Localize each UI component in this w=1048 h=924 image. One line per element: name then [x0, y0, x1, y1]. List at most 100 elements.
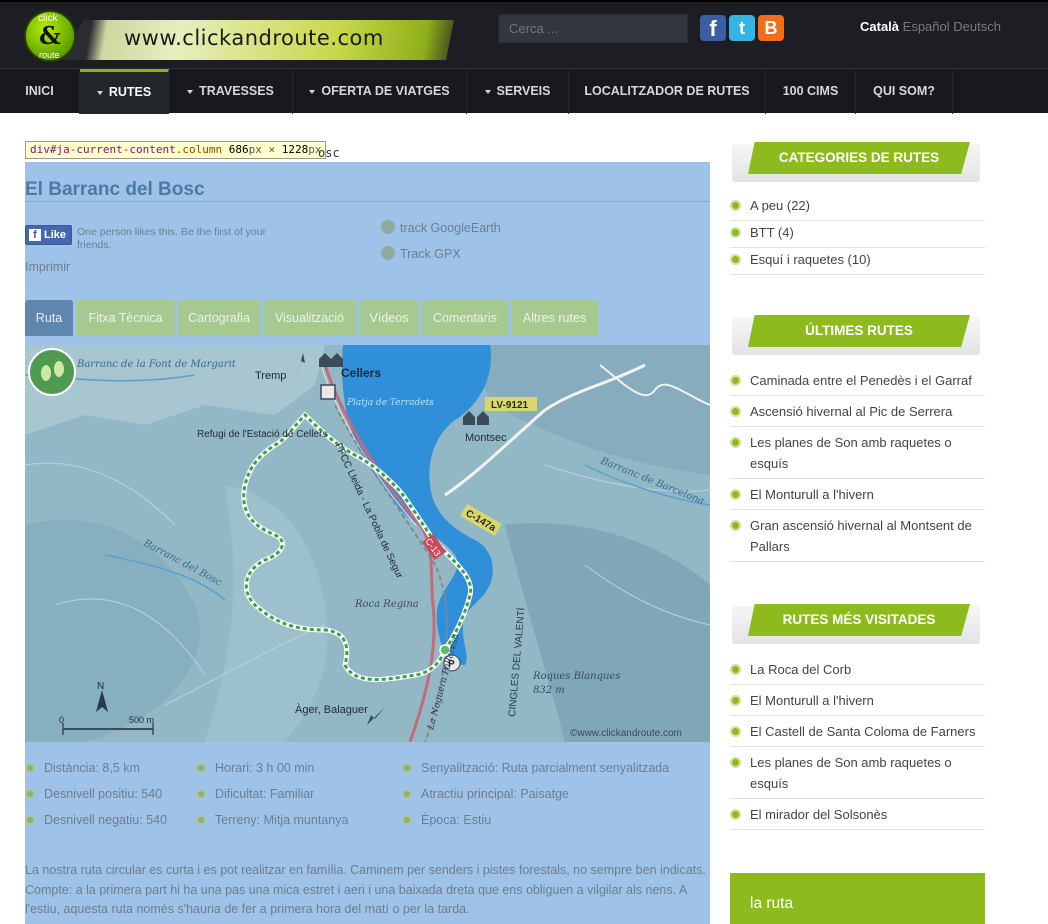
- download-gpx-link[interactable]: Track GPX: [381, 246, 461, 261]
- green-bullet-icon: [730, 200, 741, 211]
- green-bullet-icon: [730, 809, 741, 820]
- logo-ampersand: &: [39, 21, 61, 50]
- nav-item-oferta[interactable]: OFERTA DE VIATGES: [293, 69, 467, 114]
- tab-visualitzacio[interactable]: Visualització: [263, 300, 356, 336]
- nav-item-localitzador[interactable]: LOCALITZADOR DE RUTES: [569, 69, 766, 114]
- nav-item-travesses[interactable]: TRAVESSES: [169, 69, 293, 114]
- fact-desnivell-negatiu: Desnivell negatiu: 540: [25, 813, 167, 827]
- caret-down-icon: [187, 89, 194, 94]
- fact-label: Terreny: [215, 813, 257, 827]
- sidebar-item-latest[interactable]: Caminada entre el Penedès i el Garraf: [730, 370, 985, 396]
- sidebar-item-latest[interactable]: Gran ascensió hivernal al Montsent de Pa…: [730, 515, 985, 562]
- green-bullet-icon: [196, 789, 206, 799]
- facebook-icon[interactable]: f: [700, 15, 726, 41]
- green-bullet-icon: [730, 757, 741, 768]
- sidebar-item-btt[interactable]: BTT (4): [730, 222, 985, 248]
- twitter-icon[interactable]: t: [729, 15, 755, 41]
- nav-label: OFERTA DE VIATGES: [321, 84, 450, 98]
- map-label-montsec: Montsec: [465, 432, 507, 444]
- map-label-parking: P: [448, 659, 455, 670]
- sidebar-heading-label: CATEGORIES DE RUTES: [748, 142, 970, 174]
- sidebar-item-label: Ascensió hivernal al Pic de Serrera: [750, 404, 953, 419]
- sidebar-item-label: Les planes de Son amb raquetes o esquís: [750, 755, 952, 791]
- sidebar-item-visited[interactable]: La Roca del Corb: [730, 659, 985, 685]
- green-bullet-icon: [730, 520, 741, 531]
- tab-comentaris[interactable]: Comentaris: [422, 300, 508, 336]
- devtools-unit: px: [248, 143, 262, 156]
- fact-value: Ruta parcialment senyalitzada: [501, 761, 670, 775]
- green-bullet-icon: [730, 375, 741, 386]
- sidebar-item-visited[interactable]: Les planes de Son amb raquetes o esquís: [730, 752, 985, 799]
- nav-item-serveis[interactable]: SERVEIS: [467, 69, 569, 114]
- sidebar-heading-latest: ÚLTIMES RUTES: [732, 315, 980, 359]
- fact-horari: Horari: 3 h 00 min: [196, 761, 314, 775]
- nav-label: INICI: [25, 84, 54, 98]
- green-bullet-icon: [730, 695, 741, 706]
- tab-altres-rutes[interactable]: Altres rutes: [511, 300, 598, 336]
- fact-desnivell-positiu: Desnivell positiu: 540: [25, 787, 162, 801]
- devtools-tag: div: [30, 143, 50, 156]
- green-bullet-icon: [25, 789, 35, 799]
- fact-label: Distància: [44, 761, 96, 775]
- print-link[interactable]: Imprimir: [25, 260, 70, 274]
- fact-label: Desnivell positiu: [44, 787, 135, 801]
- language-others[interactable]: Español Deutsch: [903, 19, 1001, 34]
- green-bullet-icon: [25, 763, 35, 773]
- map-label-altitude: 832 m: [533, 685, 565, 696]
- map-label-roca-regina: Roca Regina: [354, 599, 419, 610]
- tab-ruta[interactable]: Ruta: [25, 300, 73, 336]
- fact-label: Època: [421, 813, 457, 827]
- green-bullet-icon: [402, 815, 412, 825]
- tab-fitxa-tecnica[interactable]: Fitxa Tècnica: [76, 300, 175, 336]
- nav-item-100-cims[interactable]: 100 CIMS: [766, 69, 856, 114]
- blogger-icon[interactable]: B: [758, 15, 784, 41]
- nav-label: 100 CIMS: [782, 84, 839, 98]
- green-bullet-icon: [402, 763, 412, 773]
- fact-label: Dificultat: [215, 787, 263, 801]
- nav-item-qui-som[interactable]: QUI SOM?: [856, 69, 953, 114]
- sidebar-item-latest[interactable]: El Monturull a l'hivern: [730, 484, 985, 510]
- green-bullet-icon: [196, 763, 206, 773]
- map-label-scale-0: 0: [59, 715, 64, 725]
- map-copyright: ©www.clickandroute.com: [570, 728, 682, 739]
- sidebar-item-esqui[interactable]: Esquí i raquetes (10): [730, 249, 985, 275]
- devtools-width: 686: [228, 143, 249, 156]
- green-bullet-icon: [730, 254, 741, 265]
- fact-label: Horari: [215, 761, 250, 775]
- fact-distancia: Distància: 8,5 km: [25, 761, 140, 775]
- site-logo[interactable]: click & route www.clickandroute.com: [24, 10, 454, 62]
- fact-dificultat: Dificultat: Familiar: [196, 787, 314, 801]
- map-label-lv9121: LV-9121: [491, 400, 528, 411]
- map-label-roques-blanques: Roques Blanques: [532, 671, 620, 682]
- sidebar-item-label: El Monturull a l'hivern: [750, 693, 874, 708]
- sidebar-item-label: Gran ascensió hivernal al Montsent de Pa…: [750, 518, 972, 554]
- logo-route-text: route: [39, 50, 60, 60]
- nav-item-rutes[interactable]: RUTES: [80, 69, 169, 114]
- tab-cartografia[interactable]: Cartografia: [178, 300, 260, 336]
- download-googleearth-link[interactable]: track GoogleEarth: [381, 220, 501, 235]
- search-input[interactable]: [498, 14, 688, 43]
- map-label-refugi: Refugi de l'Estació de Cellers: [197, 429, 327, 440]
- fact-value: 3 h 00 min: [256, 761, 315, 775]
- green-bullet-icon: [730, 406, 741, 417]
- sidebar-item-latest[interactable]: Ascensió hivernal al Pic de Serrera: [730, 401, 985, 427]
- sidebar-item-a-peu[interactable]: A peu (22): [730, 195, 985, 221]
- download-icon: [381, 246, 395, 260]
- sidebar-item-label: El Castell de Santa Coloma de Farners: [750, 724, 976, 739]
- green-bullet-icon: [730, 227, 741, 238]
- facebook-like-button[interactable]: f Like: [25, 225, 72, 245]
- fact-value: 8,5 km: [102, 761, 140, 775]
- sidebar-item-visited[interactable]: El mirador del Solsonès: [730, 804, 985, 830]
- language-active[interactable]: Català: [860, 19, 899, 34]
- map-label-barranc-font: Barranc de la Font de Margarit: [76, 359, 237, 370]
- nav-label: SERVEIS: [496, 84, 551, 98]
- sidebar-item-visited[interactable]: El Monturull a l'hivern: [730, 690, 985, 716]
- title-divider: [25, 201, 710, 202]
- devtools-class: .column: [175, 143, 223, 156]
- sidebar-item-latest[interactable]: Les planes de Son amb raquetes o esquís: [730, 432, 985, 479]
- route-map[interactable]: Barranc de la Font de Margarit Tremp Cel…: [25, 345, 710, 742]
- tab-videos[interactable]: Vídeos: [359, 300, 419, 336]
- nav-item-inici[interactable]: INICI: [0, 69, 80, 114]
- map-label-cellers: Cellers: [341, 366, 381, 380]
- sidebar-item-visited[interactable]: El Castell de Santa Coloma de Farners: [730, 721, 985, 747]
